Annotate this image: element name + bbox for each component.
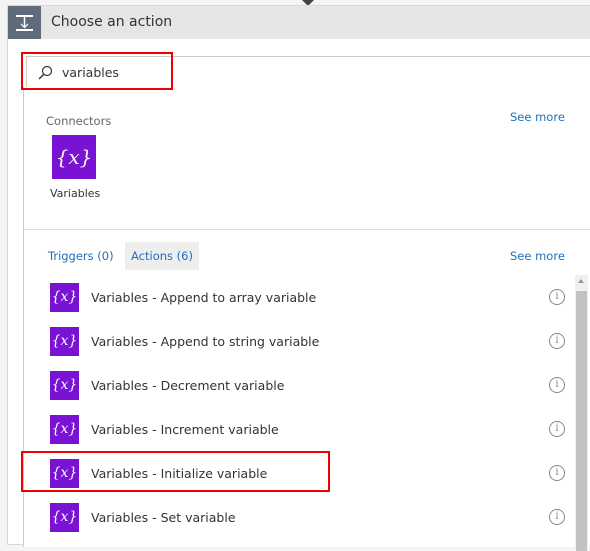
search-input[interactable]: variables	[26, 56, 590, 88]
variables-icon: {x}	[50, 282, 79, 312]
tab-actions[interactable]: Actions (6)	[125, 242, 199, 270]
card-title: Choose an action	[51, 14, 173, 30]
info-icon[interactable]: i	[549, 377, 565, 393]
action-item[interactable]: {x} Variables - Decrement variable	[50, 363, 570, 407]
scroll-up-arrow[interactable]	[578, 279, 584, 283]
scrollbar[interactable]	[575, 275, 588, 551]
tab-triggers[interactable]: Triggers (0)	[42, 242, 120, 270]
variables-icon: {x}	[50, 414, 79, 444]
variables-icon: {x}	[50, 458, 79, 488]
variables-icon: {x}	[50, 370, 79, 400]
info-icon[interactable]: i	[549, 421, 565, 437]
action-label: Variables - Decrement variable	[91, 377, 285, 393]
info-icon[interactable]: i	[549, 509, 565, 525]
info-icon[interactable]: i	[549, 465, 565, 481]
scrollbar-thumb[interactable]	[576, 291, 587, 551]
variables-icon: {x}	[50, 326, 79, 356]
action-item[interactable]: {x} Variables - Initialize variable	[50, 451, 570, 495]
divider	[24, 229, 590, 230]
action-label: Variables - Initialize variable	[91, 465, 268, 481]
search-value: variables	[62, 65, 119, 80]
action-item[interactable]: {x} Variables - Append to string variabl…	[50, 319, 570, 363]
variables-icon: {x}	[50, 502, 79, 532]
action-label: Variables - Set variable	[91, 509, 236, 525]
connector-variables[interactable]: {x} Variables	[50, 135, 101, 200]
action-label: Variables - Append to array variable	[91, 289, 317, 305]
action-item[interactable]: {x} Variables - Increment variable	[50, 407, 570, 451]
variables-icon: {x}	[52, 135, 96, 179]
action-item[interactable]: {x} Variables - Set variable	[50, 495, 570, 539]
choose-action-card: Choose an action variables Connectors Se…	[7, 5, 590, 551]
action-label: Variables - Increment variable	[91, 421, 279, 437]
connectors-label: Connectors	[46, 114, 112, 128]
actions-see-more-link[interactable]: See more	[510, 249, 565, 263]
connector-label: Variables	[50, 187, 101, 200]
info-icon[interactable]: i	[549, 289, 565, 305]
action-label: Variables - Append to string variable	[91, 333, 320, 349]
action-step-icon	[8, 6, 41, 39]
results-panel: Connectors See more {x} Variables Trigge…	[23, 87, 590, 551]
action-item[interactable]: {x} Variables - Append to array variable	[50, 275, 570, 319]
card-header: Choose an action	[8, 6, 590, 39]
search-icon	[38, 65, 53, 80]
connectors-see-more-link[interactable]: See more	[510, 110, 565, 124]
info-icon[interactable]: i	[549, 333, 565, 349]
